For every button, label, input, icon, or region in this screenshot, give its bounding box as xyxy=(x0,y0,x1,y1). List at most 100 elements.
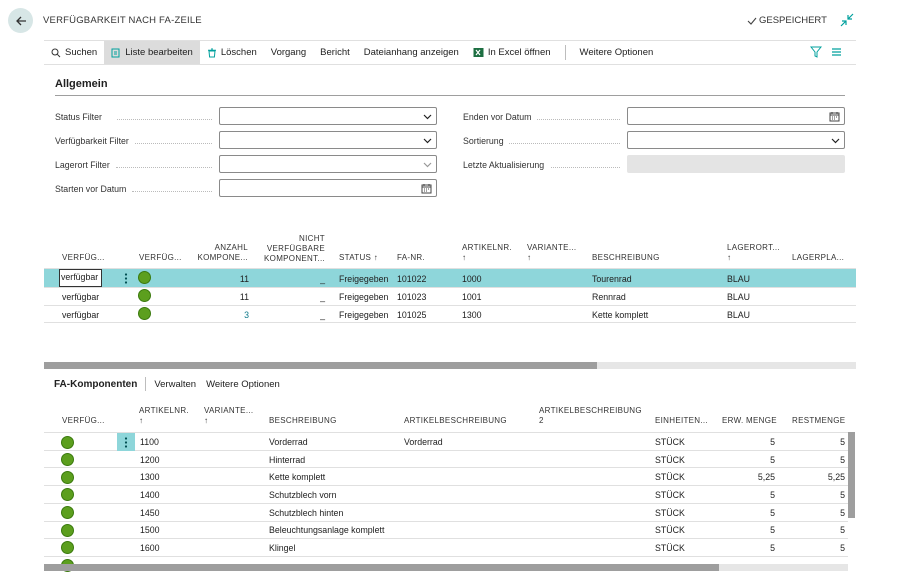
col-header-availability-text[interactable]: VERFÜG... xyxy=(62,253,105,263)
col-header-item-description-2[interactable]: ARTIKELBESCHREIBUNG 2 xyxy=(539,406,642,426)
delete-action[interactable]: Löschen xyxy=(200,41,264,64)
component-count-cell[interactable]: 3 xyxy=(200,310,249,320)
item-no-cell: 1300 xyxy=(140,472,160,482)
main-grid-scroll-thumb[interactable] xyxy=(44,362,597,369)
unit-cell: STÜCK xyxy=(655,508,685,518)
col-header-availability[interactable]: VERFÜG... xyxy=(62,416,105,426)
col-header-line: VARIANTE... xyxy=(527,243,577,252)
item-no-cell: 1100 xyxy=(140,437,159,447)
components-vertical-scrollbar[interactable] xyxy=(848,432,855,518)
process-action[interactable]: Vorgang xyxy=(264,41,313,64)
list-view-icon[interactable] xyxy=(830,46,842,58)
fa-no-cell[interactable]: 101023 xyxy=(397,292,426,302)
calendar-icon[interactable] xyxy=(829,111,840,122)
location-filter-label: Lagerort Filter xyxy=(55,160,110,170)
title-bar: VERFÜGBARKEIT NACH FA-ZEILE GESPEICHERT xyxy=(0,0,900,40)
item-no-cell: 1500 xyxy=(140,525,160,535)
report-action-label: Bericht xyxy=(320,47,350,58)
col-header-location[interactable]: LAGERORT... ↑ xyxy=(727,243,780,263)
collapse-button[interactable] xyxy=(840,13,854,27)
show-attachment-action[interactable]: Dateianhang anzeigen xyxy=(357,41,466,64)
col-header-bin[interactable]: LAGERPLA... xyxy=(792,253,844,263)
start-before-date-input[interactable] xyxy=(219,179,437,197)
availability-status-icon xyxy=(138,289,151,302)
col-header-item-description[interactable]: ARTIKELBESCHREIBUNG xyxy=(404,416,507,426)
grid-row-divider xyxy=(44,521,848,522)
more-options-action[interactable]: Weitere Optionen xyxy=(573,41,661,64)
item-no-cell: 1600 xyxy=(140,543,160,553)
item-no-cell: 1300 xyxy=(462,310,482,320)
more-options-action-label: Weitere Optionen xyxy=(579,47,654,58)
col-header-component-count[interactable]: ANZAHL KOMPONE... xyxy=(196,243,248,263)
col-header-fa-no[interactable]: FA-NR. xyxy=(397,253,425,263)
remaining-quantity-cell: 5 xyxy=(840,543,845,553)
col-header-item-no[interactable]: ARTIKELNR. ↑ xyxy=(462,243,512,263)
col-header-status[interactable]: STATUS ↑ xyxy=(339,253,378,263)
description-cell: Klingel xyxy=(269,543,296,553)
status-filter-select[interactable] xyxy=(219,107,437,125)
grid-row-divider xyxy=(44,556,848,557)
unavailable-components-cell: _ xyxy=(320,274,325,284)
fa-no-cell[interactable]: 101025 xyxy=(397,310,426,320)
row-actions-button[interactable] xyxy=(117,433,135,451)
description-cell: Beleuchtungsanlage komplett xyxy=(269,525,385,535)
last-update-value xyxy=(627,155,845,173)
start-before-date-label: Starten vor Datum xyxy=(55,184,127,194)
components-header-bar: FA-Komponenten Verwalten Weitere Optione… xyxy=(54,377,288,391)
grid-row-divider xyxy=(44,268,856,269)
availability-cell-edit[interactable]: verfügbar xyxy=(59,269,102,287)
location-cell: BLAU xyxy=(727,310,750,320)
col-header-variant[interactable]: VARIANTE... ↑ xyxy=(204,406,253,426)
chevron-down-icon xyxy=(423,114,432,120)
end-before-date-input[interactable] xyxy=(627,107,845,125)
calendar-icon[interactable] xyxy=(421,183,432,194)
filter-icon[interactable] xyxy=(810,46,822,58)
grid-row-divider xyxy=(44,305,856,306)
description-cell: Rennrad xyxy=(592,292,626,302)
trash-icon xyxy=(207,48,216,57)
edit-list-action[interactable]: Liste bearbeiten xyxy=(104,41,200,64)
col-header-availability-icon[interactable]: VERFÜG... xyxy=(139,253,182,263)
back-button[interactable] xyxy=(8,8,33,33)
col-header-unit[interactable]: EINHEITEN... xyxy=(655,416,708,426)
report-action[interactable]: Bericht xyxy=(313,41,357,64)
expected-quantity-cell: 5 xyxy=(770,525,775,535)
col-header-unavailable-components[interactable]: NICHT VERFÜGBARE KOMPONENT... xyxy=(258,234,325,264)
manage-action[interactable]: Verwalten xyxy=(146,379,204,390)
item-description-cell: Vorderrad xyxy=(404,437,443,447)
components-section-title: FA-Komponenten xyxy=(54,378,138,390)
fa-no-cell[interactable]: 101022 xyxy=(397,274,426,284)
grid-row-divider xyxy=(44,450,848,451)
components-scroll-thumb[interactable] xyxy=(44,564,719,571)
row-actions-button[interactable] xyxy=(117,269,135,287)
remaining-quantity-cell: 5 xyxy=(840,437,845,447)
col-header-line: KOMPONENT... xyxy=(264,254,325,263)
col-header-description[interactable]: BESCHREIBUNG xyxy=(592,253,660,263)
col-header-item-no[interactable]: ARTIKELNR. ↑ xyxy=(139,406,189,426)
expected-quantity-cell: 5 xyxy=(770,490,775,500)
vertical-ellipsis-icon xyxy=(124,436,128,448)
location-filter-select[interactable] xyxy=(219,155,437,173)
vertical-ellipsis-icon xyxy=(124,272,128,284)
col-header-remaining-quantity[interactable]: RESTMENGE xyxy=(792,416,845,426)
col-header-description[interactable]: BESCHREIBUNG xyxy=(269,416,337,426)
expected-quantity-cell: 5 xyxy=(770,508,775,518)
open-in-excel-action[interactable]: In Excel öffnen xyxy=(466,41,558,64)
sorting-select[interactable] xyxy=(627,131,845,149)
grid-row-divider xyxy=(44,485,848,486)
availability-status-icon xyxy=(61,541,74,554)
last-update-label: Letzte Aktualisierung xyxy=(463,160,545,170)
availability-filter-label: Verfügbarkeit Filter xyxy=(55,136,129,146)
description-cell: Tourenrad xyxy=(592,274,632,284)
col-header-expected-quantity[interactable]: ERW. MENGE xyxy=(722,416,777,426)
arrow-left-icon xyxy=(15,16,26,25)
search-action[interactable]: Suchen xyxy=(44,41,104,64)
components-more-options-action[interactable]: Weitere Optionen xyxy=(204,379,288,390)
col-header-variant[interactable]: VARIANTE... ↑ xyxy=(527,243,576,263)
description-cell: Kette komplett xyxy=(592,310,649,320)
availability-filter-select[interactable] xyxy=(219,131,437,149)
search-icon xyxy=(51,48,61,57)
show-attachment-action-label: Dateianhang anzeigen xyxy=(363,47,459,58)
grid-row-divider xyxy=(44,287,856,288)
grid-row-divider xyxy=(44,322,856,323)
